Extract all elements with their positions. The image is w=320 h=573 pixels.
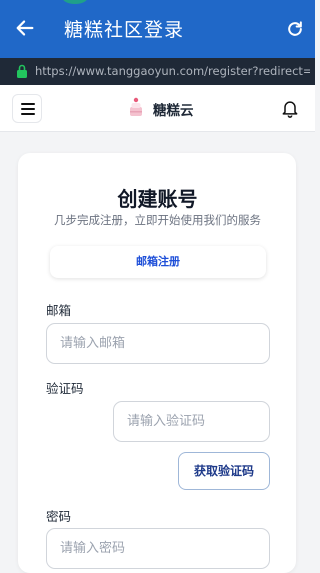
hamburger-icon [21,103,35,115]
back-arrow-icon[interactable] [14,17,36,39]
status-indicator [62,0,88,4]
site-header: 糖糕云 [0,85,315,132]
email-input[interactable] [46,323,270,364]
email-register-tab[interactable]: 邮箱注册 [50,246,266,278]
bell-icon[interactable] [280,98,300,118]
get-code-button[interactable]: 获取验证码 [178,452,270,490]
app-bar: 糖糕社区登录 [0,0,315,58]
password-input[interactable] [46,528,270,569]
code-input[interactable] [113,401,270,442]
password-label: 密码 [46,509,72,524]
form-subtitle: 几步完成注册，立即开始使用我们的服务 [54,213,261,227]
url-text[interactable]: https://www.tanggaoyun.com/register?redi… [35,64,310,78]
form-title: 创建账号 [117,187,198,211]
refresh-icon[interactable] [285,19,305,39]
lock-icon [17,64,27,78]
url-bar[interactable]: https://www.tanggaoyun.com/register?redi… [0,58,315,85]
menu-button[interactable] [12,94,42,123]
app-title: 糖糕社区登录 [64,19,185,41]
email-label: 邮箱 [46,303,72,318]
cake-logo-icon [130,97,142,116]
site-name: 糖糕云 [153,103,194,119]
code-label: 验证码 [46,381,84,396]
